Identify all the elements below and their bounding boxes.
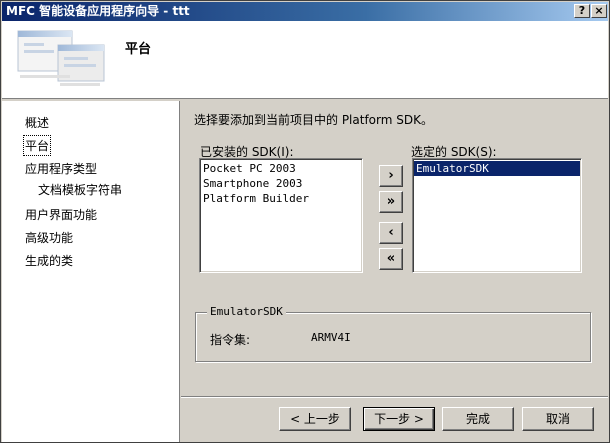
selected-sdk-list[interactable]: EmulatorSDK bbox=[412, 158, 582, 273]
list-item[interactable]: Pocket PC 2003 bbox=[201, 161, 361, 176]
add-all-sdk-button[interactable]: » bbox=[379, 191, 403, 213]
nav-item-app-type[interactable]: 应用程序类型 bbox=[25, 160, 97, 177]
next-button[interactable]: 下一步 > bbox=[363, 407, 435, 431]
nav-item-platform[interactable]: 平台 bbox=[22, 135, 52, 156]
header-banner: 平台 bbox=[2, 21, 608, 99]
installed-sdk-list[interactable]: Pocket PC 2003 Smartphone 2003 Platform … bbox=[199, 158, 363, 273]
wizard-graphic-icon bbox=[17, 30, 105, 86]
nav-item-overview[interactable]: 概述 bbox=[25, 114, 49, 131]
help-button[interactable]: ? bbox=[574, 4, 590, 18]
nav-item-advanced-features[interactable]: 高级功能 bbox=[25, 229, 73, 246]
button-separator bbox=[181, 396, 608, 398]
cancel-button[interactable]: 取消 bbox=[522, 407, 594, 431]
instruction-set-label: 指令集: bbox=[210, 333, 251, 347]
nav-item-doc-template-strings[interactable]: 文档模板字符串 bbox=[38, 181, 122, 198]
nav-pane: 概述 平台 应用程序类型 文档模板字符串 用户界面功能 高级功能 生成的类 bbox=[2, 101, 180, 442]
close-button[interactable]: × bbox=[591, 4, 607, 18]
finish-button[interactable]: 完成 bbox=[442, 407, 514, 431]
back-button[interactable]: < 上一步 bbox=[279, 407, 351, 431]
list-item[interactable]: Smartphone 2003 bbox=[201, 176, 361, 191]
sdk-info-group bbox=[195, 312, 591, 362]
remove-sdk-button[interactable]: ‹ bbox=[379, 222, 403, 244]
instruction-text: 选择要添加到当前项目中的 Platform SDK。 bbox=[194, 113, 433, 127]
title-bar: MFC 智能设备应用程序向导 - ttt bbox=[2, 2, 608, 21]
window-title: MFC 智能设备应用程序向导 - ttt bbox=[6, 4, 190, 18]
nav-item-ui-features[interactable]: 用户界面功能 bbox=[25, 206, 97, 223]
wizard-window: MFC 智能设备应用程序向导 - ttt ? × 平台 概述 平台 应用程序类型… bbox=[0, 0, 610, 443]
group-title: EmulatorSDK bbox=[207, 305, 286, 318]
nav-item-generated-classes[interactable]: 生成的类 bbox=[25, 252, 73, 269]
remove-all-sdk-button[interactable]: « bbox=[379, 248, 403, 270]
list-item[interactable]: Platform Builder bbox=[201, 191, 361, 206]
page-title: 平台 bbox=[125, 42, 152, 57]
add-sdk-button[interactable]: › bbox=[379, 165, 403, 187]
list-item[interactable]: EmulatorSDK bbox=[414, 161, 580, 176]
instruction-set-value: ARMV4I bbox=[311, 331, 351, 344]
